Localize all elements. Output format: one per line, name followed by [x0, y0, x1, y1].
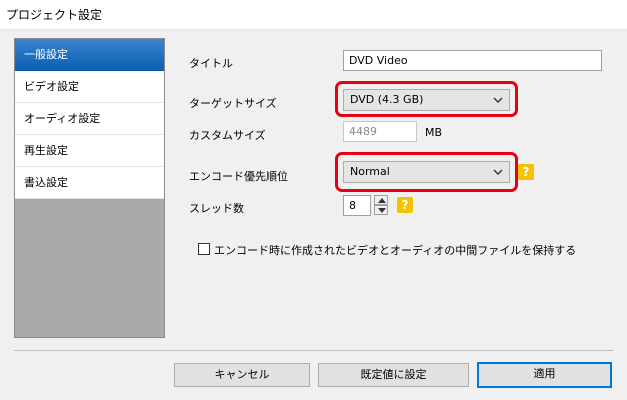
title-input[interactable]: DVD Video: [343, 50, 602, 71]
cancel-button[interactable]: キャンセル: [174, 363, 310, 387]
threads-help-icon[interactable]: ?: [397, 197, 413, 213]
threads-input[interactable]: 8: [343, 195, 371, 216]
settings-sidebar: 一般設定 ビデオ設定 オーディオ設定 再生設定 書込設定: [14, 38, 165, 338]
target-size-value: DVD (4.3 GB): [350, 93, 424, 106]
footer-divider: [14, 350, 613, 351]
sidebar-item-general[interactable]: 一般設定: [15, 39, 164, 71]
threads-label: スレッド数: [189, 202, 244, 215]
encode-priority-dropdown[interactable]: Normal: [343, 161, 510, 183]
chevron-down-icon: [493, 169, 503, 175]
sidebar-item-label: 書込設定: [24, 176, 68, 189]
arrow-down-icon: [378, 208, 386, 213]
set-default-button[interactable]: 既定値に設定: [318, 363, 469, 387]
sidebar-item-label: 再生設定: [24, 144, 68, 157]
threads-value: 8: [349, 199, 356, 212]
sidebar-item-label: 一般設定: [24, 48, 68, 61]
encode-priority-label: エンコード優先順位: [189, 170, 288, 183]
sidebar-item-label: オーディオ設定: [24, 112, 101, 125]
apply-button-label: 適用: [533, 367, 556, 380]
title-label: タイトル: [189, 57, 233, 70]
sidebar-item-audio[interactable]: オーディオ設定: [15, 103, 164, 135]
custom-size-value: 4489: [349, 125, 377, 138]
arrow-up-icon: [378, 198, 386, 203]
target-size-label: ターゲットサイズ: [189, 97, 277, 110]
encode-priority-value: Normal: [350, 165, 390, 178]
sidebar-item-label: ビデオ設定: [24, 80, 79, 93]
keep-intermediate-files-checkbox[interactable]: [198, 243, 210, 255]
keep-intermediate-files-label: エンコード時に作成されたビデオとオーディオの中間ファイルを保持する: [214, 244, 577, 257]
encode-priority-help-icon[interactable]: ?: [518, 164, 534, 180]
threads-increment-button[interactable]: [374, 195, 388, 205]
sidebar-item-video[interactable]: ビデオ設定: [15, 71, 164, 103]
custom-size-input[interactable]: 4489: [343, 121, 417, 142]
title-bar: プロジェクト設定: [0, 0, 627, 30]
apply-button[interactable]: 適用: [477, 362, 612, 388]
window-title: プロジェクト設定: [6, 8, 103, 22]
target-size-dropdown[interactable]: DVD (4.3 GB): [343, 89, 510, 111]
custom-size-label: カスタムサイズ: [189, 129, 266, 142]
sidebar-item-playback[interactable]: 再生設定: [15, 135, 164, 167]
threads-decrement-button[interactable]: [374, 205, 388, 215]
chevron-down-icon: [493, 97, 503, 103]
set-default-button-label: 既定値に設定: [360, 368, 427, 381]
title-input-value: DVD Video: [349, 54, 408, 67]
cancel-button-label: キャンセル: [214, 368, 270, 381]
sidebar-item-burn[interactable]: 書込設定: [15, 167, 164, 199]
custom-size-unit: MB: [425, 126, 443, 139]
